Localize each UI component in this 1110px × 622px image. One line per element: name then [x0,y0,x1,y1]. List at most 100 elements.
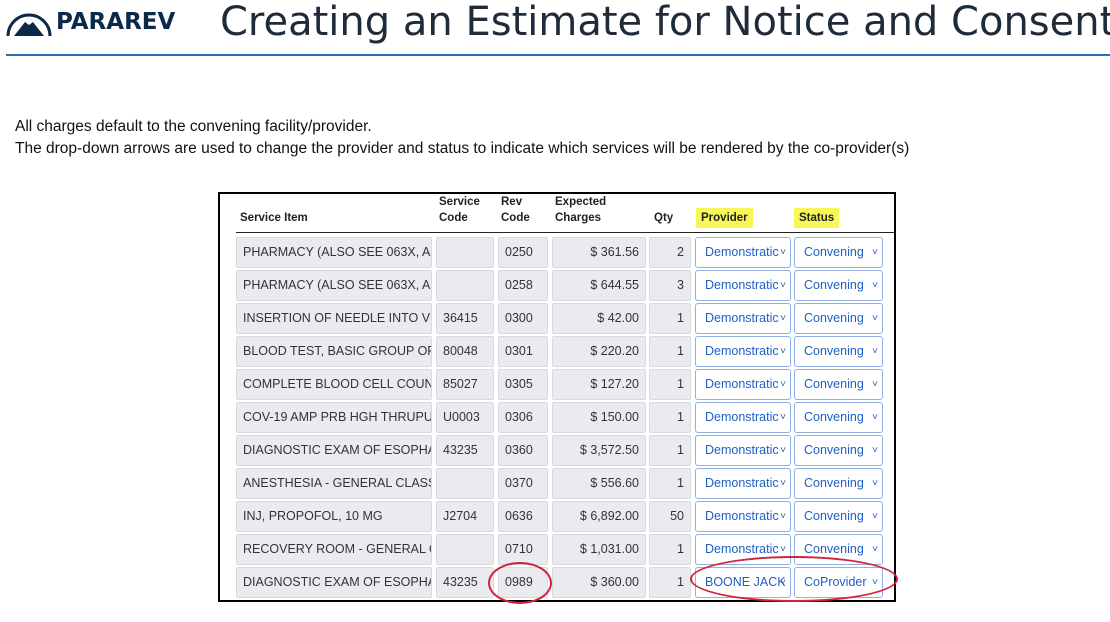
service-code-cell: 36415 [436,303,494,334]
pararev-logo: PARAREV [6,4,175,40]
status-select-value: Convening [804,344,864,358]
service-item-cell: ANESTHESIA - GENERAL CLASSIFIC [236,468,432,499]
provider-select[interactable]: BOONE JACK ˅ [695,567,791,598]
chevron-down-icon: ˅ [780,280,786,291]
expected-charges-cell: $ 360.00 [552,567,646,598]
chevron-down-icon: ˅ [780,346,786,357]
provider-select-value: Demonstratic [705,311,779,325]
title-divider [6,54,1110,56]
service-code-cell: 80048 [436,336,494,367]
chevron-down-icon: ˅ [872,346,878,357]
status-select-value: Convening [804,443,864,457]
chevron-down-icon: ˅ [872,313,878,324]
provider-select-value: Demonstratic [705,443,779,457]
chevron-down-icon: ˅ [780,379,786,390]
chevron-down-icon: ˅ [872,511,878,522]
provider-select-value: BOONE JACK [705,575,786,589]
status-select-value: CoProvider [804,575,867,589]
status-select-value: Convening [804,476,864,490]
chevron-down-icon: ˅ [872,247,878,258]
status-select-value: Convening [804,278,864,292]
provider-select-value: Demonstratic [705,476,779,490]
service-item-cell: RECOVERY ROOM - GENERAL CLA! [236,534,432,565]
provider-select[interactable]: Demonstratic ˅ [695,270,791,301]
provider-select[interactable]: Demonstratic ˅ [695,501,791,532]
service-item-cell: INSERTION OF NEEDLE INTO VEIN [236,303,432,334]
service-item-cell: DIAGNOSTIC EXAM OF ESOPHAGL [236,567,432,598]
rev-code-cell: 0305 [498,369,548,400]
qty-cell: 1 [649,534,691,565]
page-title: Creating an Estimate for Notice and Cons… [220,0,1110,45]
chevron-down-icon: ˅ [872,412,878,423]
expected-charges-cell: $ 42.00 [552,303,646,334]
provider-select[interactable]: Demonstratic ˅ [695,402,791,433]
service-code-cell [436,270,494,301]
expected-charges-cell: $ 127.20 [552,369,646,400]
status-select-value: Convening [804,509,864,523]
provider-select-value: Demonstratic [705,410,779,424]
status-select[interactable]: Convening ˅ [794,402,883,433]
expected-charges-cell: $ 150.00 [552,402,646,433]
col-header-expected-charges: Expected Charges [555,196,607,224]
expected-charges-cell: $ 556.60 [552,468,646,499]
qty-cell: 2 [649,237,691,268]
chevron-down-icon: ˅ [872,280,878,291]
chevron-down-icon: ˅ [872,478,878,489]
service-code-cell: J2704 [436,501,494,532]
chevron-down-icon: ˅ [872,379,878,390]
status-select[interactable]: Convening ˅ [794,435,883,466]
service-item-cell: PHARMACY (ALSO SEE 063X, AN E: [236,237,432,268]
service-item-cell: INJ, PROPOFOL, 10 MG [236,501,432,532]
provider-select[interactable]: Demonstratic ˅ [695,336,791,367]
status-select[interactable]: Convening ˅ [794,501,883,532]
provider-select[interactable]: Demonstratic ˅ [695,534,791,565]
provider-select[interactable]: Demonstratic ˅ [695,468,791,499]
status-select-value: Convening [804,377,864,391]
provider-select[interactable]: Demonstratic ˅ [695,303,791,334]
status-select[interactable]: Convening ˅ [794,369,883,400]
qty-cell: 1 [649,303,691,334]
qty-cell: 1 [649,567,691,598]
expected-charges-cell: $ 3,572.50 [552,435,646,466]
status-select-value: Convening [804,245,864,259]
provider-select-value: Demonstratic [705,278,779,292]
chevron-down-icon: ˅ [780,577,786,588]
col-header-service-code: Service Code [439,196,480,224]
provider-select[interactable]: Demonstratic ˅ [695,369,791,400]
provider-select-value: Demonstratic [705,377,779,391]
col-header-status: Status [794,208,840,228]
service-code-cell: U0003 [436,402,494,433]
status-select[interactable]: Convening ˅ [794,303,883,334]
status-select[interactable]: Convening ˅ [794,468,883,499]
expected-charges-cell: $ 361.56 [552,237,646,268]
status-select-value: Convening [804,410,864,424]
qty-cell: 1 [649,435,691,466]
rev-code-cell: 0301 [498,336,548,367]
qty-cell: 50 [649,501,691,532]
expected-charges-cell: $ 220.20 [552,336,646,367]
estimate-table: Service Item Service Code Rev Code Expec… [218,192,898,604]
col-header-rev-code: Rev Code [501,196,530,224]
chevron-down-icon: ˅ [780,544,786,555]
status-select[interactable]: Convening ˅ [794,270,883,301]
provider-select-value: Demonstratic [705,344,779,358]
chevron-down-icon: ˅ [780,247,786,258]
status-select[interactable]: Convening ˅ [794,534,883,565]
rev-code-cell: 0989 [498,567,548,598]
service-item-cell: COMPLETE BLOOD CELL COUNT (R [236,369,432,400]
status-select[interactable]: Convening ˅ [794,336,883,367]
chevron-down-icon: ˅ [780,313,786,324]
provider-select[interactable]: Demonstratic ˅ [695,435,791,466]
service-item-cell: DIAGNOSTIC EXAM OF ESOPHAGL [236,435,432,466]
chevron-down-icon: ˅ [780,511,786,522]
rev-code-cell: 0360 [498,435,548,466]
service-code-cell [436,237,494,268]
status-select[interactable]: Convening ˅ [794,237,883,268]
provider-select[interactable]: Demonstratic ˅ [695,237,791,268]
service-code-cell: 85027 [436,369,494,400]
status-select[interactable]: CoProvider ˅ [794,567,883,598]
expected-charges-cell: $ 1,031.00 [552,534,646,565]
rev-code-cell: 0300 [498,303,548,334]
service-item-cell: BLOOD TEST, BASIC GROUP OF BL( [236,336,432,367]
chevron-down-icon: ˅ [872,577,878,588]
